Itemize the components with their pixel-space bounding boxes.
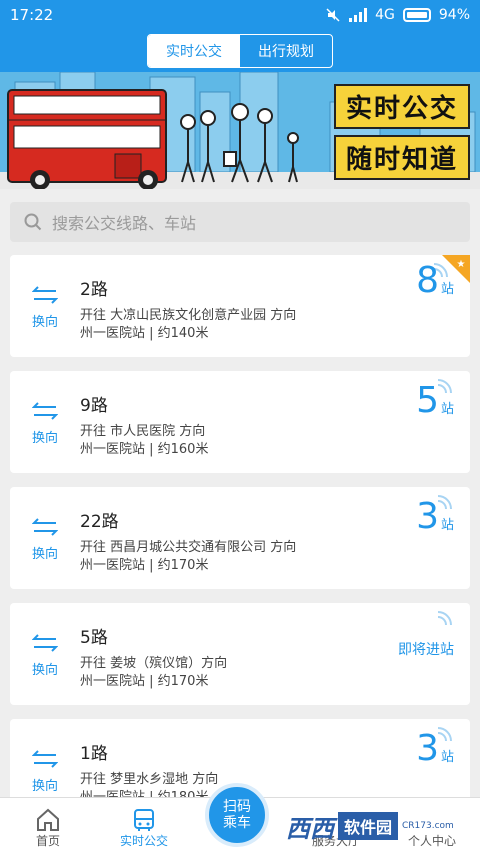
route-card[interactable]: 换向 22路 开往 西昌月城公共交通有限公司 方向 州一医院站 | 约170米 … [10,487,470,589]
route-info: 开往 市人民医院 方向 州一医院站 | 约160米 [80,423,370,459]
tab-home[interactable]: 首页 [0,798,96,853]
swap-direction-button[interactable]: 换向 [30,401,60,446]
stops-away: 3 站 [416,497,454,537]
swap-direction-button[interactable]: 换向 [30,285,60,330]
watermark-sub: CR173.com [402,821,454,831]
scan-label-1: 扫码 [223,799,251,815]
app-header: 实时公交 出行规划 [0,30,480,72]
scan-to-ride-button[interactable]: 扫码 乘车 [205,783,269,847]
route-info: 开往 西昌月城公共交通有限公司 方向 州一医院站 | 约170米 [80,539,370,575]
route-station: 州一医院站 | 约160米 [80,442,209,457]
stops-count: 5 [416,380,439,421]
swap-icon [31,634,59,652]
swap-icon [31,402,59,420]
mute-icon [326,8,340,22]
banner-line-1: 实时公交 [333,84,470,129]
route-direction: 开往 姜坡（殡仪馆）方向 [80,656,228,671]
stops-away: 3 站 [416,729,454,769]
signal-icon [349,8,368,22]
banner-slogan: 实时公交 随时知道 [274,84,470,186]
segmented-control: 实时公交 出行规划 [147,34,333,68]
route-card[interactable]: 换向 2路 开往 大凉山民族文化创意产业园 方向 州一医院站 | 约140米 8… [10,255,470,357]
swap-direction-button[interactable]: 换向 [30,517,60,562]
stops-away: 5 站 [416,381,454,421]
route-card[interactable]: 换向 5路 开往 姜坡（殡仪馆）方向 州一医院站 | 约170米 即将进站 [10,603,470,705]
battery-icon [402,8,431,22]
tab-realtime-label: 实时公交 [119,834,168,848]
route-station: 州一医院站 | 约170米 [80,558,209,573]
search-bar[interactable]: 搜索公交线路、车站 [10,202,470,242]
promo-banner[interactable]: 实时公交 随时知道 [0,72,480,189]
watermark-logo: 西西 [286,814,334,843]
status-bar: 17:22 4G 94% [0,0,480,30]
route-name: 5路 [80,628,108,648]
search-icon [24,213,42,231]
network-label: 4G [375,7,395,23]
route-station: 州一医院站 | 约140米 [80,326,209,341]
watermark: 西西 软件园 CR173.com [286,808,470,844]
route-info: 开往 大凉山民族文化创意产业园 方向 州一医院站 | 约140米 [80,307,370,343]
bus-graphic [7,89,167,189]
stops-unit: 站 [440,750,454,765]
stops-unit: 站 [440,402,454,417]
stops-unit: 站 [440,518,454,533]
tab-realtime[interactable]: 实时公交 [96,798,192,853]
bus-icon [134,809,154,831]
swap-label: 换向 [31,779,58,794]
battery-level: 94% [438,7,470,23]
swap-icon [31,286,59,304]
favorite-star-icon[interactable]: ★ [442,255,470,283]
route-name: 2路 [80,280,108,300]
home-icon [37,808,59,831]
scan-label-2: 乘车 [223,815,251,831]
swap-label: 换向 [31,663,58,678]
status-icons: 4G 94% [325,7,470,23]
swap-direction-button[interactable]: 换向 [30,749,60,794]
svg-text:★: ★ [457,259,466,270]
stops-count: 8 [416,260,439,301]
route-station: 州一医院站 | 约170米 [80,674,209,689]
tab-trip-planning[interactable]: 出行规划 [240,35,332,67]
banner-line-2: 随时知道 [333,135,470,180]
search-input[interactable]: 搜索公交线路、车站 [52,210,196,234]
swap-icon [31,750,59,768]
swap-label: 换向 [31,431,58,446]
route-name: 9路 [80,396,108,416]
route-direction: 开往 西昌月城公共交通有限公司 方向 [80,540,297,555]
swap-icon [31,518,59,536]
route-direction: 开往 大凉山民族文化创意产业园 方向 [80,308,297,323]
swap-label: 换向 [31,315,58,330]
route-direction: 开往 市人民医院 方向 [80,424,206,439]
route-info: 开往 姜坡（殡仪馆）方向 州一医院站 | 约170米 [80,655,370,691]
arriving-status: 即将进站 [398,642,454,658]
route-name: 1路 [80,744,108,764]
tab-realtime-bus[interactable]: 实时公交 [148,35,240,67]
swap-label: 换向 [31,547,58,562]
tab-home-label: 首页 [35,834,60,848]
watermark-text: 软件园 [338,812,399,840]
status-time: 17:22 [10,6,54,24]
stops-count: 3 [416,728,439,769]
route-name: 22路 [80,512,119,532]
route-card[interactable]: 换向 9路 开往 市人民医院 方向 州一医院站 | 约160米 5 站 [10,371,470,473]
swap-direction-button[interactable]: 换向 [30,633,60,678]
stops-count: 3 [416,496,439,537]
realtime-signal-icon [437,611,452,626]
